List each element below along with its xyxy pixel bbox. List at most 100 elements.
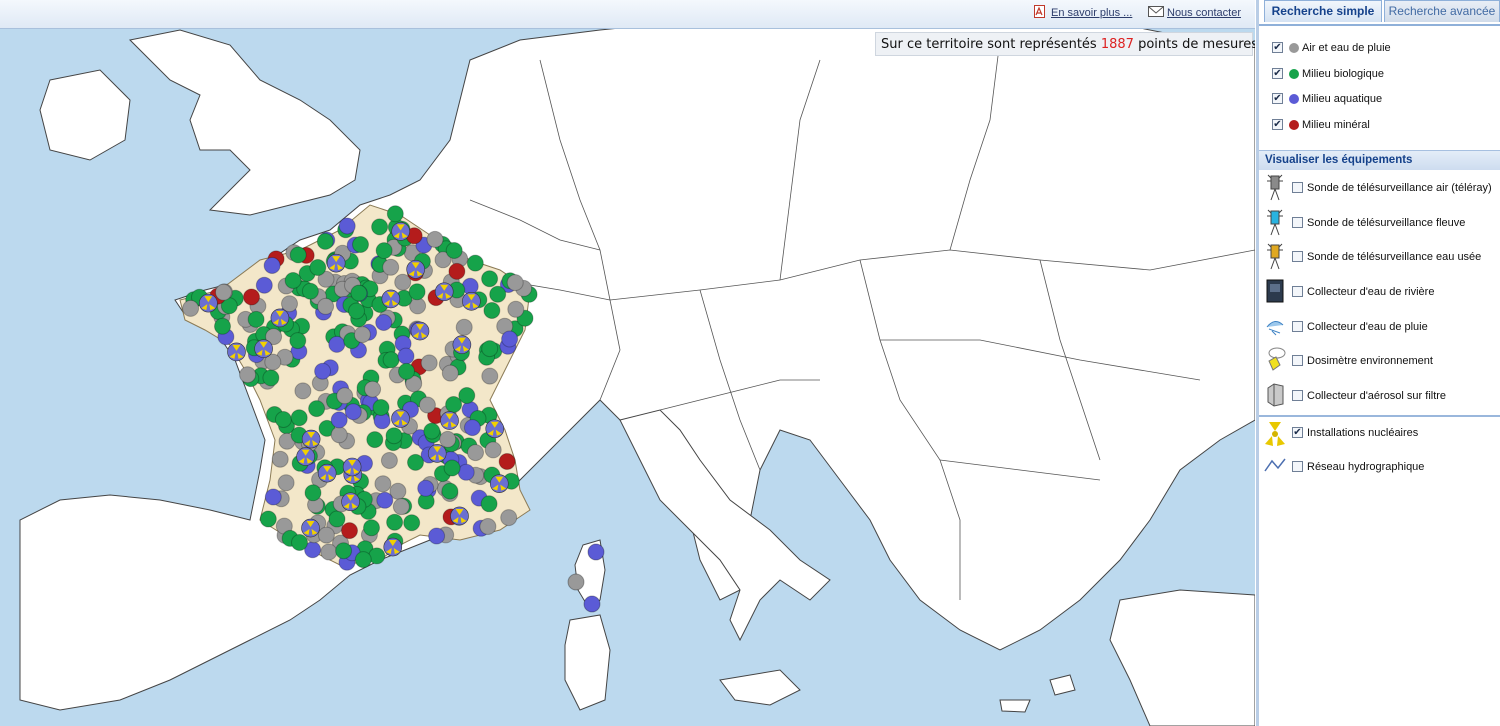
measurement-point[interactable] (328, 510, 346, 528)
measurement-point[interactable] (481, 340, 499, 358)
measurement-point[interactable] (182, 299, 200, 317)
equipment-item-2[interactable]: Sonde de télésurveillance eau usée (1259, 243, 1500, 270)
measurement-point[interactable] (394, 273, 412, 291)
measurement-point[interactable] (375, 242, 393, 260)
measurement-point[interactable] (382, 351, 400, 369)
measurement-point[interactable] (335, 542, 353, 560)
measurement-point[interactable] (289, 246, 307, 264)
nuclear-site-marker[interactable] (317, 463, 337, 483)
measurement-point[interactable] (386, 205, 404, 223)
measurement-point[interactable] (363, 519, 380, 537)
measurement-point[interactable] (328, 335, 346, 353)
measurement-point[interactable] (466, 254, 484, 272)
measurement-point[interactable] (480, 495, 498, 513)
measurement-point[interactable] (385, 427, 403, 445)
equipment-item-6[interactable]: Collecteur d'aérosol sur filtre (1259, 383, 1500, 407)
measurement-point[interactable] (374, 475, 392, 493)
checkbox[interactable] (1292, 461, 1303, 472)
measurement-point[interactable] (259, 510, 277, 528)
measurement-point[interactable] (386, 513, 404, 531)
measurement-point[interactable] (247, 310, 265, 328)
measurement-point[interactable] (314, 362, 332, 380)
measurement-point[interactable] (366, 431, 384, 449)
filter-1[interactable]: ✔ Milieu biologique (1259, 66, 1500, 84)
measurement-point[interactable] (341, 522, 358, 540)
nuclear-site-marker[interactable] (462, 292, 481, 311)
measurement-point[interactable] (428, 527, 446, 545)
tab-simple-search[interactable]: Recherche simple (1264, 0, 1382, 22)
nuclear-site-marker[interactable] (301, 429, 321, 449)
measurement-point[interactable] (317, 297, 335, 315)
nuclear-site-marker[interactable] (434, 282, 454, 302)
measurement-point[interactable] (380, 452, 398, 469)
measurement-point[interactable] (239, 366, 257, 384)
nuclear-site-marker[interactable] (296, 447, 315, 466)
measurement-point[interactable] (301, 282, 319, 300)
nuclear-site-marker[interactable] (227, 342, 246, 362)
measurement-point[interactable] (344, 403, 362, 421)
measurement-points-layer[interactable] (0, 0, 1255, 726)
measurement-point[interactable] (376, 491, 394, 509)
nuclear-site-marker[interactable] (270, 308, 290, 328)
measurement-point[interactable] (420, 354, 438, 372)
measurement-point[interactable] (498, 453, 516, 470)
measurement-point[interactable] (214, 317, 231, 335)
measurement-point[interactable] (281, 295, 298, 313)
contact-link[interactable]: Nous contacter (1167, 7, 1241, 19)
measurement-point[interactable] (408, 283, 426, 301)
measurement-point[interactable] (274, 411, 292, 428)
measurement-point[interactable] (308, 400, 326, 418)
measurement-point[interactable] (382, 258, 400, 276)
measurement-point[interactable] (320, 543, 338, 561)
checkbox[interactable] (1292, 251, 1303, 262)
filter-2[interactable]: ✔ Milieu aquatique (1259, 91, 1500, 109)
checkbox[interactable]: ✔ (1272, 42, 1283, 53)
nuclear-site-marker[interactable] (254, 339, 273, 358)
measurement-point[interactable] (338, 217, 356, 235)
measurement-point[interactable] (489, 285, 507, 303)
measurement-point[interactable] (481, 270, 499, 288)
measurement-point[interactable] (353, 326, 371, 344)
equipment-item-5[interactable]: Dosimètre environnement (1259, 347, 1500, 371)
measurement-point[interactable] (255, 276, 273, 294)
measurement-point[interactable] (352, 236, 369, 253)
measurement-point[interactable] (500, 509, 518, 527)
measurement-point[interactable] (423, 422, 441, 440)
measurement-point[interactable] (479, 518, 497, 535)
measurement-point[interactable] (418, 396, 436, 414)
measurement-point[interactable] (215, 283, 232, 301)
measurement-point[interactable] (506, 274, 524, 292)
measurement-point[interactable] (289, 332, 307, 350)
nuclear-site-marker[interactable] (301, 518, 320, 538)
checkbox[interactable] (1292, 182, 1303, 193)
measurement-point[interactable] (350, 284, 368, 302)
measurement-point[interactable] (264, 488, 282, 506)
measurement-point[interactable] (284, 272, 302, 289)
tab-advanced-search[interactable]: Recherche avancée (1384, 0, 1500, 22)
measurement-point[interactable] (445, 242, 463, 259)
measurement-point[interactable] (443, 459, 461, 477)
filter-0[interactable]: ✔ Air et eau de pluie (1259, 40, 1500, 58)
measurement-point[interactable] (364, 380, 382, 398)
nuclear-site-marker[interactable] (450, 506, 469, 526)
nuclear-site-marker[interactable] (381, 289, 401, 309)
measurement-point[interactable] (309, 259, 327, 276)
nuclear-site-marker[interactable] (391, 409, 410, 428)
nuclear-site-marker[interactable] (452, 335, 472, 354)
measurement-point[interactable] (330, 426, 348, 444)
measurement-point[interactable] (441, 364, 459, 382)
measurement-point[interactable] (457, 463, 475, 481)
nuclear-site-marker[interactable] (326, 253, 346, 273)
measurement-point[interactable] (587, 543, 605, 561)
measurement-point[interactable] (243, 288, 260, 306)
measurement-point[interactable] (481, 367, 499, 385)
measurement-point[interactable] (439, 430, 457, 448)
checkbox[interactable] (1292, 217, 1303, 228)
measurement-point[interactable] (316, 232, 334, 250)
measurement-point[interactable] (290, 409, 308, 427)
measurement-point[interactable] (483, 302, 501, 319)
layer-item-0[interactable]: ✔ Installations nucléaires (1259, 422, 1500, 446)
measurement-point[interactable] (445, 396, 463, 413)
measurement-point[interactable] (407, 453, 424, 471)
measurement-point[interactable] (463, 419, 481, 437)
